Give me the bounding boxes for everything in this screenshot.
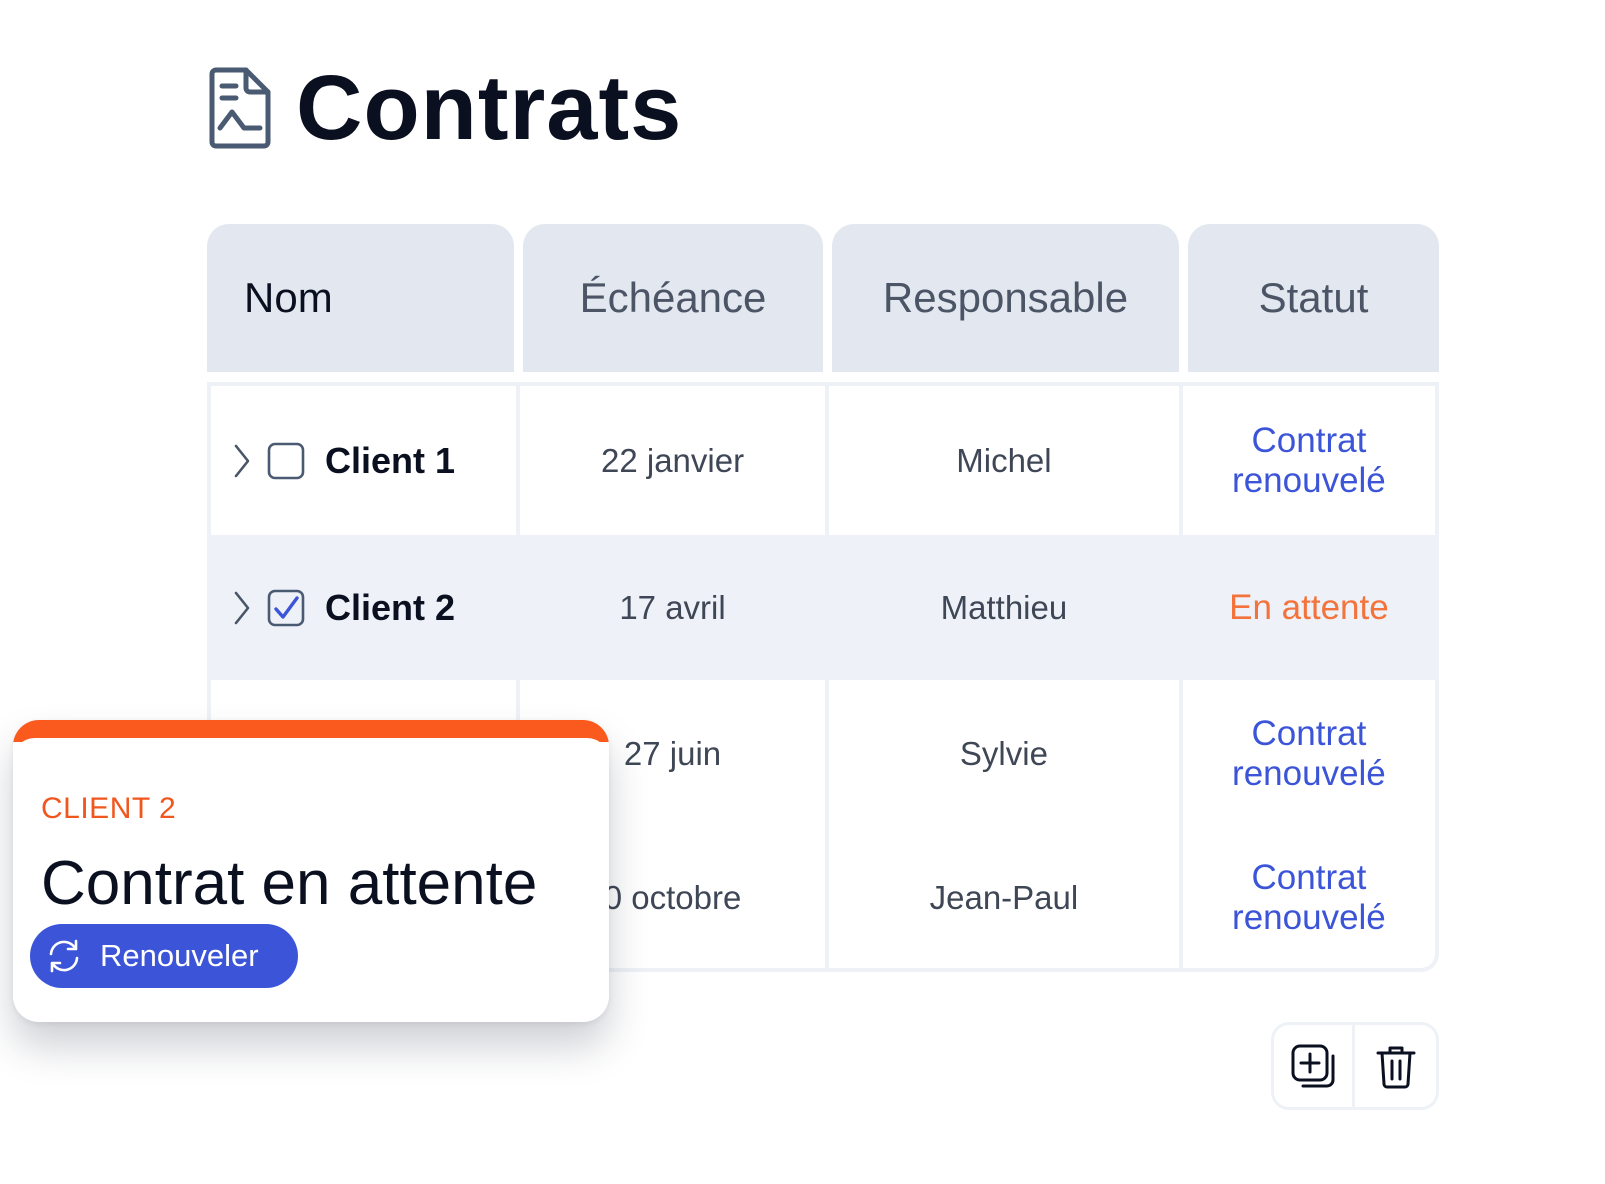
- owner-name: Matthieu: [829, 535, 1183, 680]
- owner-name: Michel: [829, 386, 1183, 535]
- row-checkbox[interactable]: [267, 442, 305, 480]
- table-row[interactable]: Client 1 22 janvier Michel Contrat renouv…: [211, 382, 1435, 535]
- card-title: Contrat en attente: [41, 849, 538, 918]
- status-text: Contrat: [1251, 714, 1367, 753]
- page-header: Contrats: [208, 62, 682, 154]
- contract-document-icon: [209, 67, 271, 149]
- page: Contrats Nom Échéance Responsable Statut…: [0, 0, 1605, 1184]
- due-date: 17 avril: [520, 535, 830, 680]
- refresh-icon: [49, 939, 79, 973]
- column-header-responsable[interactable]: Responsable: [832, 224, 1179, 372]
- page-title: Contrats: [296, 57, 683, 159]
- status-text: En attente: [1229, 587, 1389, 627]
- table-toolbar: [1271, 1022, 1439, 1110]
- status-text: renouvelé: [1232, 460, 1386, 500]
- name-cell: Client 1: [211, 386, 521, 535]
- add-copy-icon: [1291, 1044, 1335, 1088]
- status-cell: Contrat renouvelé: [1183, 386, 1435, 535]
- owner-name: Sylvie: [829, 680, 1183, 828]
- owner-name: Jean-Paul: [829, 828, 1183, 968]
- status-text: Contrat: [1251, 858, 1367, 897]
- contract-popup-card: CLIENT 2 Contrat en attente Renouveler: [13, 720, 609, 1022]
- row-checkbox-checked[interactable]: [267, 589, 305, 627]
- status-text: renouvelé: [1232, 898, 1386, 937]
- table-row[interactable]: Client 2 17 avril Matthieu En attente: [211, 535, 1435, 680]
- card-body: CLIENT 2 Contrat en attente Renouveler: [13, 738, 609, 1022]
- renew-button-label: Renouveler: [100, 938, 259, 973]
- client-name: Client 2: [325, 586, 456, 628]
- status-cell: En attente: [1183, 535, 1435, 680]
- card-client-label: CLIENT 2: [41, 792, 177, 825]
- status-cell: Contrat renouvelé: [1183, 828, 1435, 968]
- delete-button[interactable]: [1355, 1025, 1436, 1107]
- column-header-echeance[interactable]: Échéance: [523, 224, 823, 372]
- column-header-statut[interactable]: Statut: [1188, 224, 1439, 372]
- add-row-button[interactable]: [1274, 1025, 1355, 1107]
- status-cell: Contrat renouvelé: [1183, 680, 1435, 828]
- chevron-right-icon[interactable]: [233, 444, 251, 478]
- renew-button[interactable]: Renouveler: [30, 924, 298, 988]
- table-header: Nom Échéance Responsable Statut: [207, 224, 1439, 372]
- column-header-nom[interactable]: Nom: [207, 224, 514, 372]
- status-text: Contrat: [1251, 420, 1367, 460]
- client-name: Client 1: [325, 439, 456, 481]
- name-cell: Client 2: [211, 535, 521, 680]
- chevron-right-icon[interactable]: [233, 591, 251, 625]
- trash-icon: [1376, 1046, 1415, 1089]
- due-date: 22 janvier: [520, 386, 830, 535]
- status-text: renouvelé: [1232, 754, 1386, 793]
